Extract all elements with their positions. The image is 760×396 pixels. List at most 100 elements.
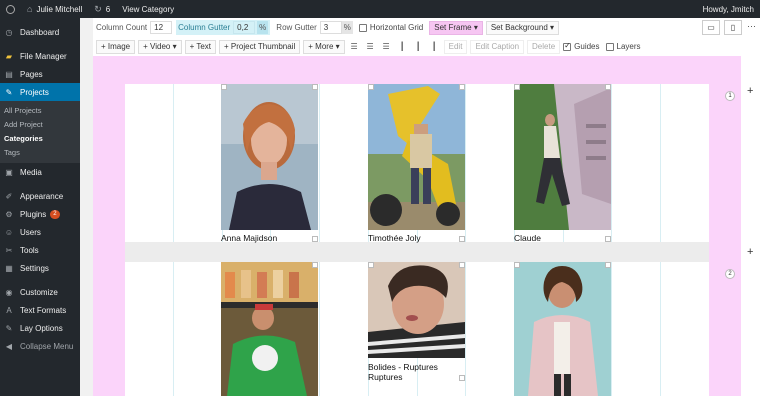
resize-handle[interactable] xyxy=(605,84,611,90)
horizontal-grid-toggle[interactable]: Horizontal Grid xyxy=(358,23,423,32)
resize-handle[interactable] xyxy=(605,236,611,242)
sidebar-item-text-formats[interactable]: A Text Formats xyxy=(0,301,80,319)
submenu-tags[interactable]: Tags xyxy=(0,145,80,159)
align-middle-icon[interactable]: ☰ xyxy=(364,40,377,54)
view-category-link[interactable]: View Category xyxy=(116,0,180,18)
add-more-button[interactable]: + More ▾ xyxy=(303,39,345,54)
submenu-all-projects[interactable]: All Projects xyxy=(0,103,80,117)
add-row-icon[interactable]: + xyxy=(747,246,753,258)
sidebar-item-appearance[interactable]: ✐ Appearance xyxy=(0,187,80,205)
resize-handle[interactable] xyxy=(514,262,520,268)
photo-claude[interactable] xyxy=(514,84,611,230)
sidebar-collapse-menu[interactable]: ◀ Collapse Menu xyxy=(0,337,80,355)
resize-handle[interactable] xyxy=(368,262,374,268)
chevron-down-icon: ▾ xyxy=(550,22,555,32)
caption-anna-majidson[interactable]: Anna Majidson xyxy=(221,233,311,243)
align-bottom-icon[interactable]: ☰ xyxy=(380,40,393,54)
account-menu[interactable]: Howdy, Jmitch xyxy=(697,0,760,18)
edit-caption-button[interactable]: Edit Caption xyxy=(470,39,525,54)
column-gutter-label: Column Gutter xyxy=(178,23,231,32)
sidebar-item-settings[interactable]: ▦ Settings xyxy=(0,259,80,277)
resize-handle[interactable] xyxy=(459,236,465,242)
photo-pink-suit[interactable] xyxy=(514,262,611,396)
photo-bolides-ruptures[interactable] xyxy=(368,262,465,358)
caption-timothee-joly[interactable]: Timothée Joly xyxy=(368,233,458,243)
more-options-icon[interactable]: ⋯ xyxy=(747,21,756,32)
resize-handle[interactable] xyxy=(459,262,465,268)
column-guide xyxy=(173,84,174,396)
resize-handle[interactable] xyxy=(312,262,318,268)
distribute-right-icon[interactable]: ┃ xyxy=(428,40,441,54)
add-video-button[interactable]: + Video ▾ xyxy=(138,39,182,54)
column-count-input[interactable]: 12 xyxy=(150,21,173,34)
desktop-view-icon[interactable]: ▭ xyxy=(702,20,720,35)
collapse-icon: ◀ xyxy=(5,341,13,351)
column-guide xyxy=(611,84,612,396)
admin-sidebar: ◷ Dashboard ▰ File Manager ▤ Pages ✎ Project… xyxy=(0,18,80,396)
sidebar-item-projects[interactable]: ✎ Projects xyxy=(0,83,80,101)
resize-handle[interactable] xyxy=(459,84,465,90)
sidebar-item-customize[interactable]: ◉ Customize xyxy=(0,283,80,301)
add-row-icon[interactable]: + xyxy=(747,85,753,97)
pin-icon: ✎ xyxy=(5,87,13,97)
layers-toggle[interactable]: Layers xyxy=(605,42,641,51)
resize-handle[interactable] xyxy=(312,236,318,242)
photo-anna-majidson[interactable] xyxy=(221,84,318,230)
text-formats-icon: A xyxy=(6,305,12,315)
guides-toggle[interactable]: Guides xyxy=(563,41,600,51)
updates-link[interactable]: ↻ 6 xyxy=(88,0,116,18)
resize-handle[interactable] xyxy=(221,84,227,90)
resize-handle[interactable] xyxy=(605,262,611,268)
add-project-thumbnail-button[interactable]: + Project Thumbnail xyxy=(219,39,301,54)
folder-icon: ▰ xyxy=(5,51,13,61)
resize-handle[interactable] xyxy=(368,84,374,90)
caption-ruptures[interactable]: Ruptures xyxy=(368,372,458,382)
mobile-view-icon[interactable]: ▯ xyxy=(724,20,742,35)
resize-handle[interactable] xyxy=(312,84,318,90)
sidebar-item-users[interactable]: ☺ Users xyxy=(0,223,80,241)
sidebar-item-media[interactable]: ▣ Media xyxy=(0,163,80,181)
sidebar-item-dashboard[interactable]: ◷ Dashboard xyxy=(0,23,80,41)
photo-timothee-joly[interactable] xyxy=(368,84,465,230)
column-gutter-input[interactable]: 0,2 xyxy=(233,21,256,34)
sidebar-item-lay-options[interactable]: ✎ Lay Options xyxy=(0,319,80,337)
home-icon: ⌂ xyxy=(27,4,33,14)
add-image-button[interactable]: + Image xyxy=(96,39,136,54)
row-gutter-input[interactable]: 3 xyxy=(319,21,342,34)
layout-canvas[interactable]: Anna Majidson Timothée Joly Claude Bolid… xyxy=(93,56,741,396)
add-text-button[interactable]: + Text xyxy=(184,39,217,54)
sidebar-item-pages[interactable]: ▤ Pages xyxy=(0,65,80,83)
wordpress-logo-icon[interactable] xyxy=(0,0,21,18)
set-background-button[interactable]: Set Background ▾ xyxy=(485,20,560,35)
resize-handle[interactable] xyxy=(459,375,465,381)
row-number-badge: 1 xyxy=(725,91,735,101)
refresh-icon: ↻ xyxy=(94,3,102,14)
customize-icon: ◉ xyxy=(5,287,13,297)
sidebar-item-plugins[interactable]: ⚙ Plugins 2 xyxy=(0,205,80,223)
submenu-categories[interactable]: Categories xyxy=(0,131,80,145)
caption-claude[interactable]: Claude xyxy=(514,233,604,243)
guides-checkbox[interactable] xyxy=(563,41,572,51)
caption-bolides-ruptures[interactable]: Bolides - Ruptures xyxy=(368,362,458,372)
sidebar-item-tools[interactable]: ✂ Tools xyxy=(0,241,80,259)
users-icon: ☺ xyxy=(4,227,14,237)
admin-bar: ⌂ Julie Mitchell ↻ 6 View Category Howdy, … xyxy=(0,0,760,18)
column-gutter-group: Column Gutter 0,2 % xyxy=(176,20,271,35)
edit-button[interactable]: Edit xyxy=(443,39,468,54)
column-guide xyxy=(660,84,661,396)
resize-handle[interactable] xyxy=(514,84,520,90)
settings-icon: ▦ xyxy=(5,263,13,273)
submenu-add-project[interactable]: Add Project xyxy=(0,117,80,131)
chevron-down-icon: ▾ xyxy=(473,22,478,32)
distribute-left-icon[interactable]: ┃ xyxy=(396,40,409,54)
horizontal-grid-checkbox[interactable] xyxy=(358,23,367,32)
set-frame-button[interactable]: Set Frame ▾ xyxy=(429,20,483,35)
delete-button[interactable]: Delete xyxy=(527,39,561,54)
distribute-center-icon[interactable]: ┃ xyxy=(412,40,425,54)
photo-jisco-portrait[interactable] xyxy=(221,262,318,396)
site-name-link[interactable]: ⌂ Julie Mitchell xyxy=(21,0,88,18)
layers-checkbox[interactable] xyxy=(605,42,614,51)
toolbar-row-actions: + Image + Video ▾ + Text + Project Thumb… xyxy=(93,37,760,56)
sidebar-item-file-manager[interactable]: ▰ File Manager xyxy=(0,47,80,65)
align-top-icon[interactable]: ☰ xyxy=(348,40,361,54)
